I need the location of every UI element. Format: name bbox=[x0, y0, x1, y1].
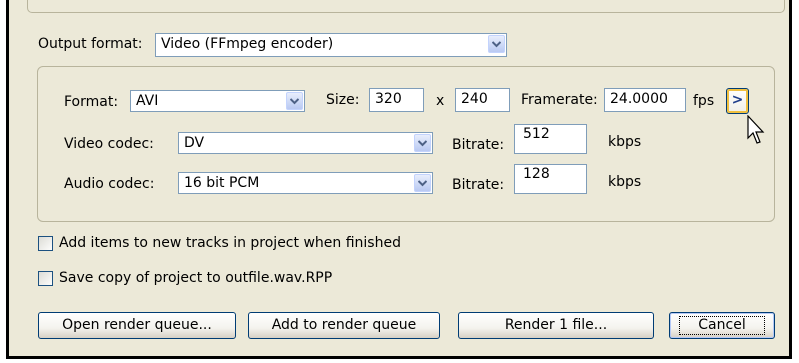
save-copy-label: Save copy of project to outfile.wav.RPP bbox=[59, 270, 333, 286]
output-format-select[interactable]: Video (FFmpeg encoder) bbox=[155, 33, 507, 57]
render-button[interactable]: Render 1 file... bbox=[458, 312, 654, 339]
video-bitrate-label: Bitrate: bbox=[452, 137, 505, 153]
open-render-queue-label: Open render queue... bbox=[62, 317, 212, 333]
chevron-down-icon[interactable] bbox=[488, 35, 505, 53]
open-render-queue-button[interactable]: Open render queue... bbox=[38, 312, 236, 339]
video-codec-select[interactable]: DV bbox=[178, 132, 433, 154]
audio-bitrate-label: Bitrate: bbox=[452, 177, 505, 193]
audio-codec-label: Audio codec: bbox=[64, 176, 155, 192]
cancel-button[interactable]: Cancel bbox=[669, 312, 775, 339]
save-copy-checkbox[interactable] bbox=[38, 271, 53, 286]
format-label: Format: bbox=[64, 94, 119, 110]
framerate-label: Framerate: bbox=[521, 92, 598, 108]
video-bitrate-value: 512 bbox=[523, 126, 550, 142]
render-button-label: Render 1 file... bbox=[504, 317, 608, 333]
chevron-down-icon[interactable] bbox=[286, 92, 303, 110]
chevron-down-icon[interactable] bbox=[414, 174, 431, 192]
output-format-label: Output format: bbox=[38, 36, 143, 52]
height-field[interactable]: 240 bbox=[455, 88, 510, 112]
cancel-button-label: Cancel bbox=[679, 316, 765, 335]
fps-unit: fps bbox=[693, 93, 715, 109]
top-panel-edge bbox=[27, 0, 785, 13]
add-items-label: Add items to new tracks in project when … bbox=[59, 235, 401, 251]
audio-codec-value: 16 bit PCM bbox=[184, 175, 260, 191]
video-codec-value: DV bbox=[184, 135, 205, 151]
width-field[interactable]: 320 bbox=[369, 88, 424, 112]
size-separator: x bbox=[436, 93, 445, 109]
framerate-field[interactable]: 24.0000 bbox=[604, 88, 686, 112]
height-value: 240 bbox=[461, 91, 488, 107]
video-bitrate-field[interactable]: 512 bbox=[514, 124, 587, 154]
audio-codec-select[interactable]: 16 bit PCM bbox=[178, 172, 433, 194]
more-button-label: > bbox=[731, 92, 744, 108]
video-bitrate-unit: kbps bbox=[608, 134, 642, 150]
audio-bitrate-value: 128 bbox=[523, 166, 550, 182]
video-codec-label: Video codec: bbox=[64, 136, 154, 152]
format-select[interactable]: AVI bbox=[130, 90, 305, 112]
size-label: Size: bbox=[326, 92, 360, 108]
framerate-value: 24.0000 bbox=[610, 91, 668, 107]
add-items-checkbox[interactable] bbox=[38, 236, 53, 251]
framerate-more-button[interactable]: > bbox=[726, 88, 749, 114]
mouse-cursor-icon bbox=[747, 115, 765, 144]
width-value: 320 bbox=[375, 91, 402, 107]
output-format-value: Video (FFmpeg encoder) bbox=[161, 36, 334, 52]
add-to-render-queue-button[interactable]: Add to render queue bbox=[248, 312, 440, 339]
audio-bitrate-field[interactable]: 128 bbox=[514, 164, 587, 194]
add-to-render-queue-label: Add to render queue bbox=[271, 317, 417, 333]
chevron-down-icon[interactable] bbox=[414, 134, 431, 152]
audio-bitrate-unit: kbps bbox=[608, 174, 642, 190]
format-value: AVI bbox=[136, 93, 159, 109]
